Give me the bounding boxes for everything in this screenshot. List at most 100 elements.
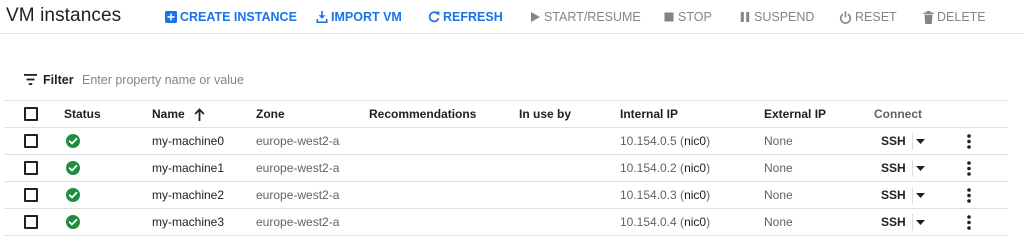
caret-down-icon: [916, 192, 925, 198]
instance-name[interactable]: my-machine1: [152, 155, 224, 181]
caret-down-icon: [916, 138, 925, 144]
ssh-options-dropdown[interactable]: [916, 182, 925, 208]
column-header-status[interactable]: Status: [64, 101, 101, 127]
ssh-options-dropdown[interactable]: [916, 155, 925, 181]
filter-label: Filter: [43, 73, 74, 87]
create-instance-button[interactable]: CREATE INSTANCE: [165, 9, 297, 25]
reset-label: RESET: [855, 10, 897, 24]
filter-input[interactable]: [82, 71, 482, 89]
vm-instances-table: Status Name Zone Recommendations In use …: [4, 100, 1008, 236]
refresh-label: REFRESH: [443, 10, 503, 24]
zone-value: europe-west2-a: [256, 161, 340, 175]
import-vm-button[interactable]: IMPORT VM: [316, 9, 402, 25]
ssh-button[interactable]: SSH: [881, 128, 906, 154]
external-ip-value: None: [764, 134, 793, 148]
status-running-check-icon: [66, 215, 80, 229]
table-row[interactable]: my-machine1 europe-west2-a 10.154.0.2 (nic…: [4, 155, 1008, 182]
more-vert-icon: [967, 160, 971, 176]
suspend-button[interactable]: SUSPEND: [739, 9, 814, 25]
nic-open-paren: (: [676, 134, 685, 148]
instance-name[interactable]: my-machine3: [152, 209, 224, 235]
row-checkbox-cell[interactable]: [24, 209, 38, 235]
ssh-button[interactable]: SSH: [881, 155, 906, 181]
caret-down-icon: [916, 165, 925, 171]
more-vert-icon: [967, 214, 971, 230]
column-header-zone[interactable]: Zone: [256, 101, 285, 127]
caret-down-icon: [916, 219, 925, 225]
column-header-name[interactable]: Name: [152, 101, 205, 127]
stop-icon: [664, 12, 674, 22]
internal-ip-value: 10.154.0.2: [620, 161, 677, 175]
row-checkbox[interactable]: [24, 161, 38, 175]
ssh-divider: [912, 160, 913, 177]
reset-button[interactable]: RESET: [839, 9, 897, 25]
nic-link[interactable]: nic0: [684, 161, 706, 175]
external-ip-value: None: [764, 188, 793, 202]
column-header-in-use-by[interactable]: In use by: [519, 101, 571, 127]
status-cell: [66, 155, 80, 181]
row-checkbox[interactable]: [24, 134, 38, 148]
toolbar: VM instances CREATE INSTANCE IMPORT VM R…: [0, 0, 1024, 34]
table-row[interactable]: my-machine0 europe-west2-a 10.154.0.5 (nic…: [4, 128, 1008, 155]
nic-link[interactable]: nic0: [684, 188, 706, 202]
stop-label: STOP: [678, 10, 712, 24]
nic-link[interactable]: nic0: [684, 215, 706, 229]
nic-close-paren: ): [706, 215, 711, 229]
row-checkbox-cell[interactable]: [24, 182, 38, 208]
import-icon: [316, 11, 328, 23]
instance-name[interactable]: my-machine2: [152, 182, 224, 208]
zone-value: europe-west2-a: [256, 215, 340, 229]
status-running-check-icon: [66, 188, 80, 202]
filter-icon[interactable]: [24, 74, 37, 85]
start-resume-button[interactable]: START/RESUME: [529, 9, 641, 25]
column-header-connect: Connect: [874, 107, 922, 121]
internal-ip-value: 10.154.0.3: [620, 188, 677, 202]
internal-ip-cell: 10.154.0.3 (nic0): [620, 182, 710, 208]
internal-ip-value: 10.154.0.5: [620, 134, 677, 148]
instance-name[interactable]: my-machine0: [152, 128, 224, 154]
ssh-options-dropdown[interactable]: [916, 209, 925, 235]
zone-value: europe-west2-a: [256, 188, 340, 202]
row-checkbox[interactable]: [24, 215, 38, 229]
more-actions-button[interactable]: [967, 209, 971, 235]
table-row[interactable]: my-machine3 europe-west2-a 10.154.0.4 (nic…: [4, 209, 1008, 236]
more-actions-button[interactable]: [967, 128, 971, 154]
delete-button[interactable]: DELETE: [923, 9, 986, 25]
select-all-checkbox-cell[interactable]: [24, 101, 38, 127]
play-icon: [531, 12, 540, 22]
column-header-external-ip[interactable]: External IP: [764, 101, 826, 127]
nic-open-paren: (: [676, 215, 685, 229]
nic-open-paren: (: [676, 188, 685, 202]
internal-ip-cell: 10.154.0.2 (nic0): [620, 155, 710, 181]
select-all-checkbox[interactable]: [24, 107, 38, 121]
column-header-recommendations[interactable]: Recommendations: [369, 101, 476, 127]
status-running-check-icon: [66, 161, 80, 175]
column-header-internal-ip[interactable]: Internal IP: [620, 101, 678, 127]
row-checkbox-cell[interactable]: [24, 155, 38, 181]
create-instance-label: CREATE INSTANCE: [180, 10, 297, 24]
internal-ip-value: 10.154.0.4: [620, 215, 677, 229]
refresh-button[interactable]: REFRESH: [428, 9, 503, 25]
ssh-options-dropdown[interactable]: [916, 128, 925, 154]
start-resume-label: START/RESUME: [544, 10, 641, 24]
more-actions-button[interactable]: [967, 182, 971, 208]
nic-link[interactable]: nic0: [684, 134, 706, 148]
table-row[interactable]: my-machine2 europe-west2-a 10.154.0.3 (nic…: [4, 182, 1008, 209]
power-icon: [839, 10, 852, 24]
suspend-label: SUSPEND: [754, 10, 815, 24]
row-checkbox[interactable]: [24, 188, 38, 202]
trash-icon: [923, 10, 934, 24]
zone-value: europe-west2-a: [256, 134, 340, 148]
stop-button[interactable]: STOP: [663, 9, 712, 25]
row-checkbox-cell[interactable]: [24, 128, 38, 154]
ssh-divider: [912, 187, 913, 204]
internal-ip-cell: 10.154.0.5 (nic0): [620, 128, 710, 154]
more-actions-button[interactable]: [967, 155, 971, 181]
ssh-button[interactable]: SSH: [881, 209, 906, 235]
ssh-button[interactable]: SSH: [881, 182, 906, 208]
nic-close-paren: ): [706, 188, 711, 202]
status-running-check-icon: [66, 134, 80, 148]
table-body: my-machine0 europe-west2-a 10.154.0.5 (nic…: [4, 128, 1008, 236]
column-header-name-label: Name: [152, 107, 185, 121]
sort-ascending-arrow-icon[interactable]: [194, 107, 205, 121]
